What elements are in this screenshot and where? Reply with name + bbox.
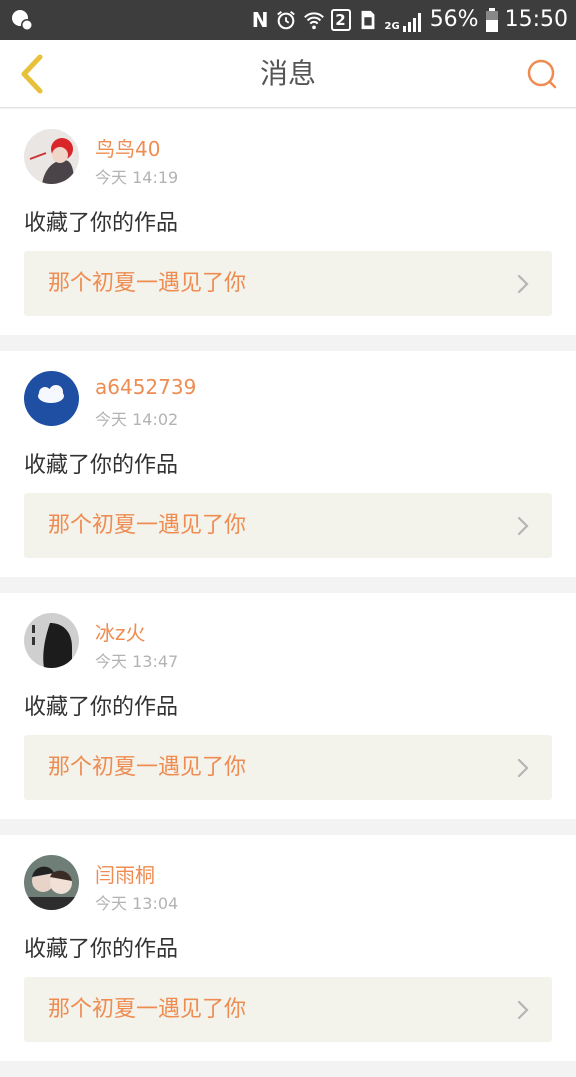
avatar[interactable] bbox=[24, 613, 79, 668]
cellular-signal: 2G bbox=[385, 8, 424, 32]
chevron-left-icon bbox=[21, 54, 43, 94]
timestamp: 今天 13:47 bbox=[95, 652, 179, 671]
search-icon bbox=[527, 59, 557, 89]
work-title: 那个初夏一遇见了你 bbox=[48, 513, 247, 538]
username[interactable]: 冰z火 bbox=[95, 617, 146, 646]
message-item: 闫雨桐 今天 13:04 收藏了你的作品 那个初夏一遇见了你 bbox=[0, 835, 576, 1061]
work-link[interactable]: 那个初夏一遇见了你 bbox=[24, 493, 552, 558]
battery-icon bbox=[485, 8, 498, 32]
message-list: 鸟鸟40 今天 14:19 收藏了你的作品 那个初夏一遇见了你 a6452739… bbox=[0, 109, 576, 1077]
avatar[interactable] bbox=[24, 855, 79, 910]
username[interactable]: 鸟鸟40 bbox=[95, 133, 160, 162]
action-text: 收藏了你的作品 bbox=[24, 937, 179, 962]
wifi-icon bbox=[303, 12, 324, 30]
message-item: 冰z火 今天 13:47 收藏了你的作品 那个初夏一遇见了你 bbox=[0, 593, 576, 819]
sim-slot-badge: 2 bbox=[330, 9, 351, 31]
timestamp: 今天 14:02 bbox=[95, 410, 179, 429]
chevron-right-icon bbox=[517, 274, 529, 294]
work-title: 那个初夏一遇见了你 bbox=[48, 271, 247, 296]
battery-percent: 56% bbox=[429, 7, 479, 32]
timestamp: 今天 14:19 bbox=[95, 168, 179, 187]
timestamp: 今天 13:04 bbox=[95, 894, 179, 913]
status-bar: N 2 2G 56% 15:50 bbox=[0, 0, 576, 40]
action-text: 收藏了你的作品 bbox=[24, 211, 179, 236]
action-text: 收藏了你的作品 bbox=[24, 695, 179, 720]
network-type-label: 2G bbox=[384, 21, 400, 32]
status-icons: N 2 2G 56% 15:50 bbox=[252, 0, 568, 40]
work-link[interactable]: 那个初夏一遇见了你 bbox=[24, 251, 552, 316]
alarm-icon bbox=[276, 11, 295, 30]
back-button[interactable] bbox=[8, 50, 56, 98]
chevron-right-icon bbox=[517, 1000, 529, 1020]
action-text: 收藏了你的作品 bbox=[24, 453, 179, 478]
username[interactable]: a6452739 bbox=[95, 375, 196, 399]
avatar[interactable] bbox=[24, 371, 79, 426]
nfc-icon: N bbox=[251, 8, 269, 32]
sim-card-icon bbox=[361, 10, 374, 30]
work-link[interactable]: 那个初夏一遇见了你 bbox=[24, 735, 552, 800]
message-item: 鸟鸟40 今天 14:19 收藏了你的作品 那个初夏一遇见了你 bbox=[0, 109, 576, 335]
work-link[interactable]: 那个初夏一遇见了你 bbox=[24, 977, 552, 1042]
username[interactable]: 闫雨桐 bbox=[95, 859, 155, 888]
signal-bars-icon bbox=[402, 13, 421, 32]
search-button[interactable] bbox=[518, 50, 566, 98]
clock: 15:50 bbox=[504, 7, 568, 32]
work-title: 那个初夏一遇见了你 bbox=[48, 755, 247, 780]
chevron-right-icon bbox=[517, 516, 529, 536]
navigation-bar: 消息 bbox=[0, 40, 576, 108]
chevron-right-icon bbox=[517, 758, 529, 778]
work-title: 那个初夏一遇见了你 bbox=[48, 997, 247, 1022]
notification-icon bbox=[12, 10, 33, 31]
message-item: a6452739 今天 14:02 收藏了你的作品 那个初夏一遇见了你 bbox=[0, 351, 576, 577]
avatar[interactable] bbox=[24, 129, 79, 184]
page-title: 消息 bbox=[259, 57, 316, 90]
